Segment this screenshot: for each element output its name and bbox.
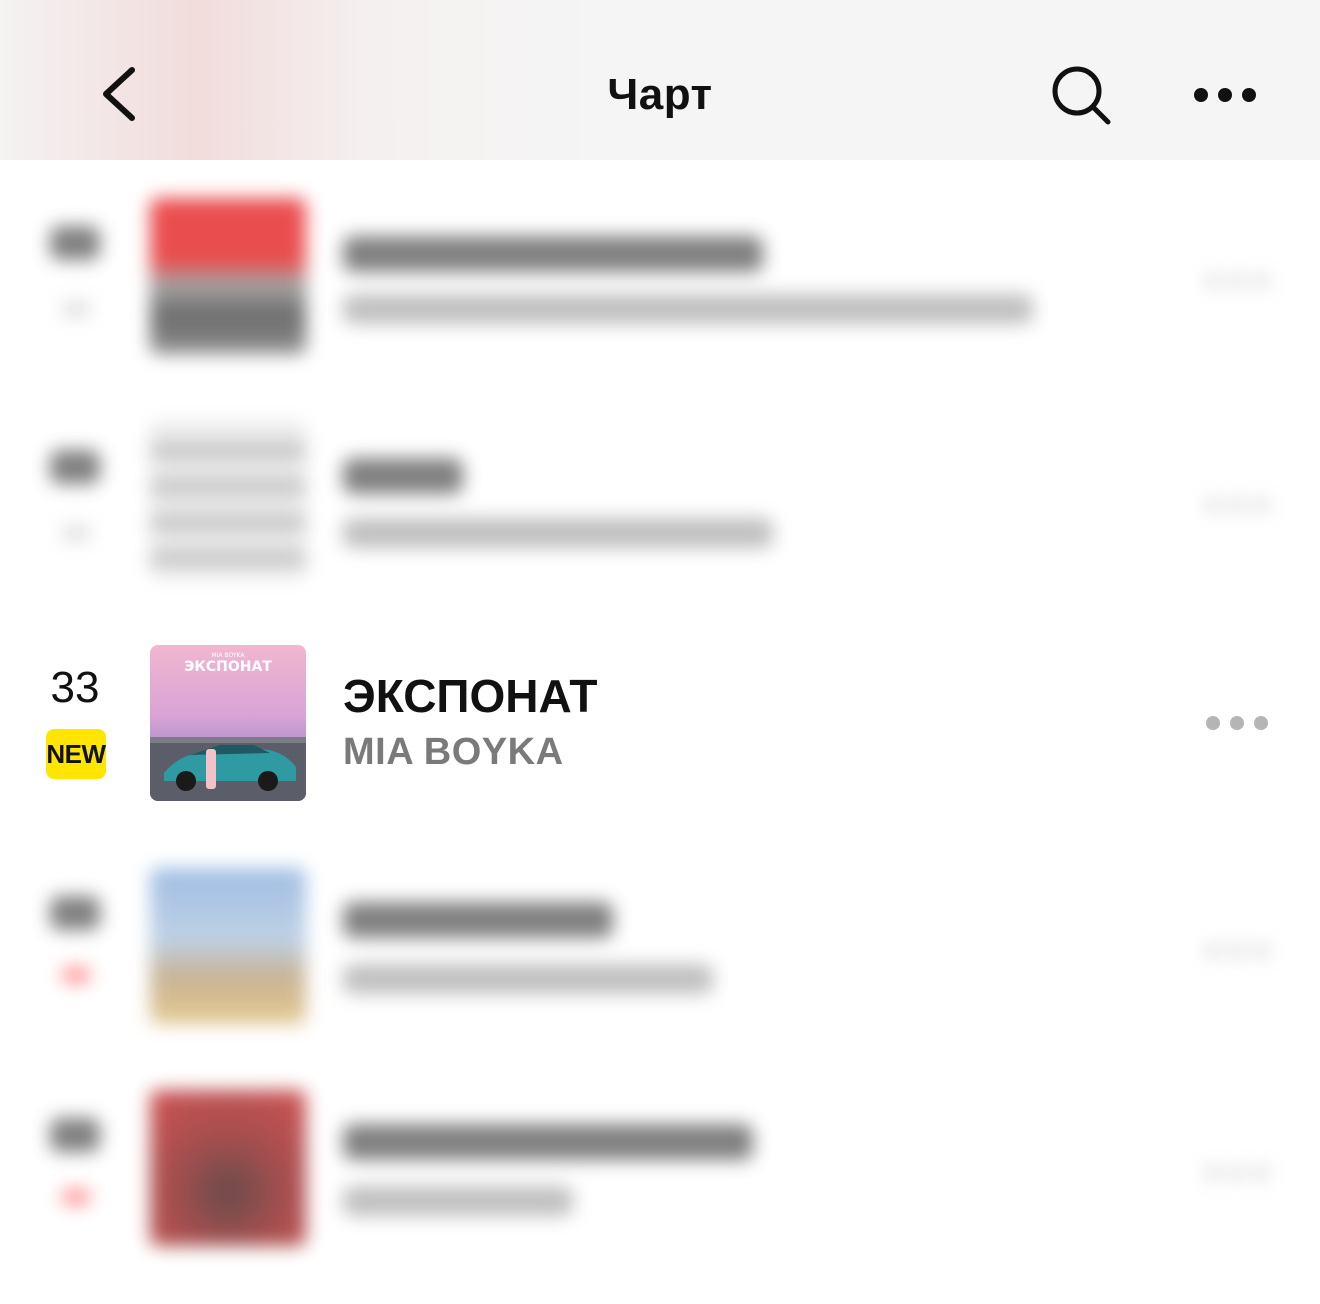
track-row-blurred[interactable] bbox=[0, 1090, 1320, 1290]
more-horizontal-icon bbox=[1206, 498, 1268, 512]
cover-title-text: ЭКСПОНАТ bbox=[184, 659, 272, 675]
chart-position: 33 bbox=[50, 663, 100, 712]
track-more-button[interactable] bbox=[1204, 712, 1270, 734]
new-badge: NEW bbox=[46, 729, 106, 779]
more-horizontal-icon bbox=[1206, 274, 1268, 288]
track-more-button[interactable] bbox=[1204, 1162, 1270, 1184]
album-cover-art: ЭКСПОНАТ MIA BOYKA bbox=[150, 645, 306, 801]
track-row[interactable]: 33 NEW ЭКСПОНАТ MIA BOYKA ЭКСПОНАТ MIA B… bbox=[0, 645, 1320, 845]
album-cover: ЭКСПОНАТ MIA BOYKA bbox=[150, 645, 306, 801]
album-cover bbox=[150, 1090, 306, 1246]
more-horizontal-icon bbox=[1206, 944, 1268, 958]
search-icon[interactable] bbox=[1050, 64, 1112, 126]
track-row-blurred[interactable] bbox=[0, 198, 1320, 398]
album-cover bbox=[150, 868, 306, 1024]
track-row-blurred[interactable] bbox=[0, 868, 1320, 1068]
track-more-button[interactable] bbox=[1204, 270, 1270, 292]
track-row-blurred[interactable] bbox=[0, 422, 1320, 622]
more-horizontal-icon[interactable] bbox=[1192, 80, 1258, 110]
track-more-button[interactable] bbox=[1204, 494, 1270, 516]
track-more-button[interactable] bbox=[1204, 940, 1270, 962]
page-title: Чарт bbox=[607, 70, 713, 119]
album-cover bbox=[150, 198, 306, 354]
track-title: ЭКСПОНАТ bbox=[343, 670, 598, 722]
album-cover bbox=[150, 422, 306, 578]
more-horizontal-icon bbox=[1206, 1166, 1268, 1180]
track-artist[interactable]: MIA BOYKA bbox=[343, 731, 564, 774]
more-horizontal-icon bbox=[1206, 716, 1268, 730]
cover-artist-text: MIA BOYKA bbox=[212, 652, 246, 659]
top-app-bar: Чарт bbox=[0, 0, 1320, 160]
